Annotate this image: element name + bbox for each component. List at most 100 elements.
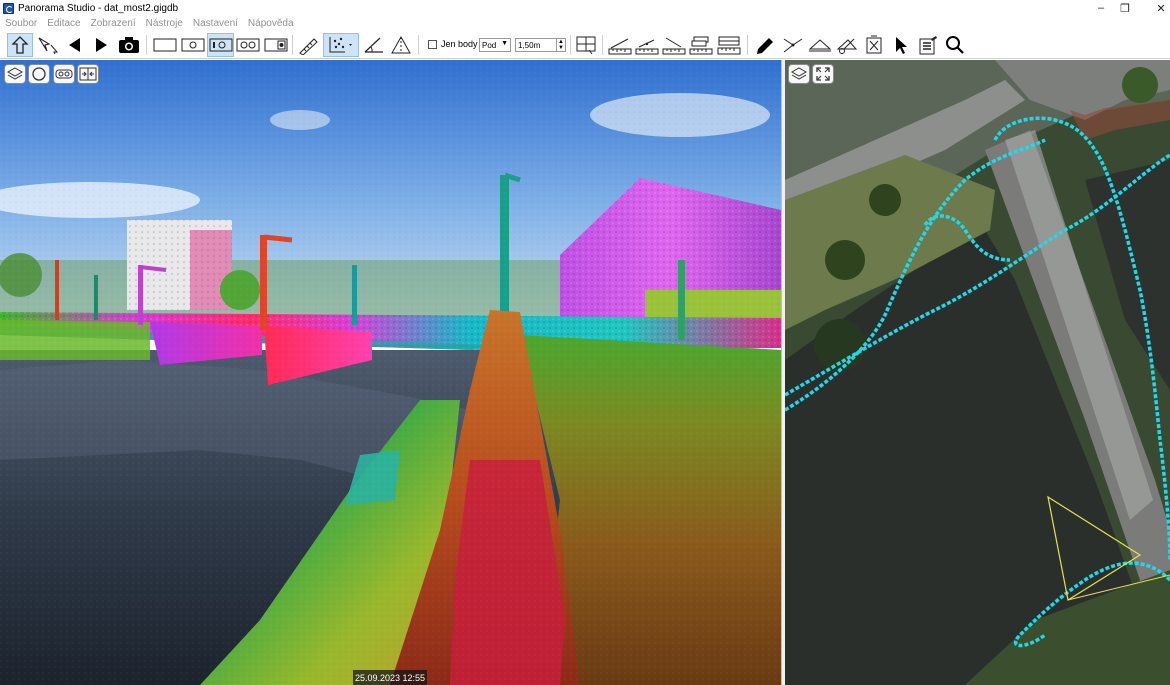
- expand-icon: [816, 67, 830, 81]
- split-view-icon: [264, 38, 287, 52]
- toolbar-separator: [602, 35, 603, 55]
- rectangle-view-icon: [153, 38, 176, 52]
- screenshot-button[interactable]: [117, 33, 141, 57]
- map-layers-button[interactable]: [788, 64, 810, 84]
- measure-height-button[interactable]: [607, 33, 633, 57]
- attributes-button[interactable]: [914, 33, 941, 57]
- navigate-tool-button[interactable]: [7, 33, 33, 57]
- ruler-slope-icon: [608, 38, 632, 55]
- point-noise-overlay: [0, 60, 781, 685]
- grid-icon: [576, 36, 595, 55]
- draw-line-button[interactable]: [295, 33, 320, 57]
- toolbar-separator: [747, 35, 748, 55]
- ruler-line-icon: [635, 39, 659, 55]
- tree-canopy: [869, 184, 901, 216]
- triangle-measure-button[interactable]: [388, 33, 413, 57]
- triangle-left-icon: [69, 38, 80, 52]
- view-dual-circle-button[interactable]: [235, 33, 261, 57]
- measure-profile-button[interactable]: [716, 33, 742, 57]
- measure-area-button[interactable]: [688, 33, 714, 57]
- search-icon: [946, 36, 964, 54]
- pencil-ruler-icon: [298, 38, 318, 55]
- view-single-circle-button[interactable]: [207, 33, 234, 57]
- point-cloud-panorama[interactable]: [0, 60, 781, 685]
- title-bar: Panorama Studio - dat_most2.gigdb – ❐ ✕: [0, 0, 1170, 16]
- window-title: Panorama Studio - dat_most2.gigdb: [18, 2, 179, 14]
- spin-arrows-icon[interactable]: ▲ ▼: [556, 39, 565, 51]
- menu-nastroje[interactable]: Nástroje: [141, 18, 188, 29]
- pointer-button[interactable]: [888, 33, 914, 57]
- menu-zobrazeni[interactable]: Zobrazení: [86, 18, 141, 29]
- pano-compare-button[interactable]: [77, 64, 99, 84]
- triangle-icon: [390, 35, 411, 54]
- angle-measure-button[interactable]: [361, 33, 386, 57]
- layers-icon: [791, 67, 807, 80]
- chevron-down-icon: ▼: [501, 40, 508, 47]
- view-split-button[interactable]: [262, 33, 289, 57]
- compare-arrows-icon: [79, 67, 97, 81]
- tree-canopy: [1122, 67, 1158, 103]
- map-view[interactable]: [785, 60, 1170, 685]
- orthophoto-map[interactable]: [785, 60, 1170, 685]
- camera-icon: [119, 37, 139, 53]
- scissors-icon: [836, 38, 858, 54]
- tree-canopy: [825, 240, 865, 280]
- menu-nastaveni[interactable]: Nastavení: [188, 18, 243, 29]
- next-panorama-button[interactable]: [90, 33, 112, 57]
- snap-tool-button[interactable]: [780, 33, 806, 57]
- vertical-position-value: Pod: [482, 40, 497, 50]
- toolbar: [0, 31, 1170, 59]
- snap-lines-icon: [783, 38, 803, 53]
- jen-body-label: Jen body: [441, 39, 478, 49]
- menu-napoveda[interactable]: Nápověda: [243, 18, 299, 29]
- vertical-position-select[interactable]: Pod ▼: [479, 38, 511, 52]
- pano-sphere-button[interactable]: [28, 64, 50, 84]
- ruler-diagonal-icon: [662, 37, 686, 55]
- edit-pen-button[interactable]: [752, 33, 778, 57]
- measure-distance-button[interactable]: [634, 33, 660, 57]
- pano-layers-button[interactable]: [4, 64, 26, 84]
- distance-value: 1,50m: [518, 40, 541, 50]
- app-logo-icon: [3, 2, 14, 14]
- cut-tool-button[interactable]: [834, 33, 860, 57]
- panorama-timestamp: 25.09.2023 12:55: [353, 670, 427, 685]
- layers-icon: [7, 67, 23, 80]
- panorama-view[interactable]: [0, 60, 781, 685]
- angle-icon: [364, 37, 383, 53]
- roof-icon: [808, 39, 831, 52]
- layers-ruler-icon: [689, 36, 713, 55]
- menu-bar: Soubor Editace Zobrazení Nástroje Nastav…: [0, 16, 1170, 31]
- grid-layout-button[interactable]: [573, 33, 598, 57]
- dual-view-icon: [236, 38, 260, 52]
- arrow-pointer-icon: [896, 37, 907, 54]
- circle-view-icon: [181, 38, 205, 52]
- map-fullscreen-button[interactable]: [812, 64, 834, 84]
- measure-vertical-button[interactable]: [661, 33, 687, 57]
- delete-feature-button[interactable]: [861, 33, 887, 57]
- roof-tool-button[interactable]: [806, 33, 833, 57]
- circle-icon: [32, 67, 46, 81]
- view-circle-button[interactable]: [180, 33, 206, 57]
- delete-box-icon: [866, 35, 882, 54]
- jen-body-toggle[interactable]: Jen body: [428, 39, 478, 49]
- previous-panorama-button[interactable]: [64, 33, 86, 57]
- point-cloud-icon: [329, 37, 352, 53]
- cursor-select-icon: [38, 37, 59, 55]
- toolbar-separator: [570, 35, 571, 55]
- menu-editace[interactable]: Editace: [42, 18, 85, 29]
- select-cursor-button[interactable]: [36, 33, 60, 57]
- jen-body-checkbox[interactable]: [428, 39, 437, 49]
- profile-ruler-icon: [717, 36, 741, 55]
- distance-spinbox[interactable]: 1,50m ▲ ▼: [515, 38, 566, 52]
- clipboard-list-icon: [919, 36, 937, 55]
- link-views-icon: [55, 69, 73, 79]
- toolbar-separator: [292, 35, 293, 55]
- menu-soubor[interactable]: Soubor: [0, 18, 42, 29]
- pano-link-button[interactable]: [53, 64, 75, 84]
- panorama-view-icon: [209, 38, 232, 52]
- close-button[interactable]: ✕: [1138, 0, 1170, 16]
- view-rectangle-button[interactable]: [151, 33, 178, 57]
- search-button[interactable]: [942, 33, 968, 57]
- point-picking-button[interactable]: [323, 33, 359, 57]
- triangle-right-icon: [96, 38, 107, 52]
